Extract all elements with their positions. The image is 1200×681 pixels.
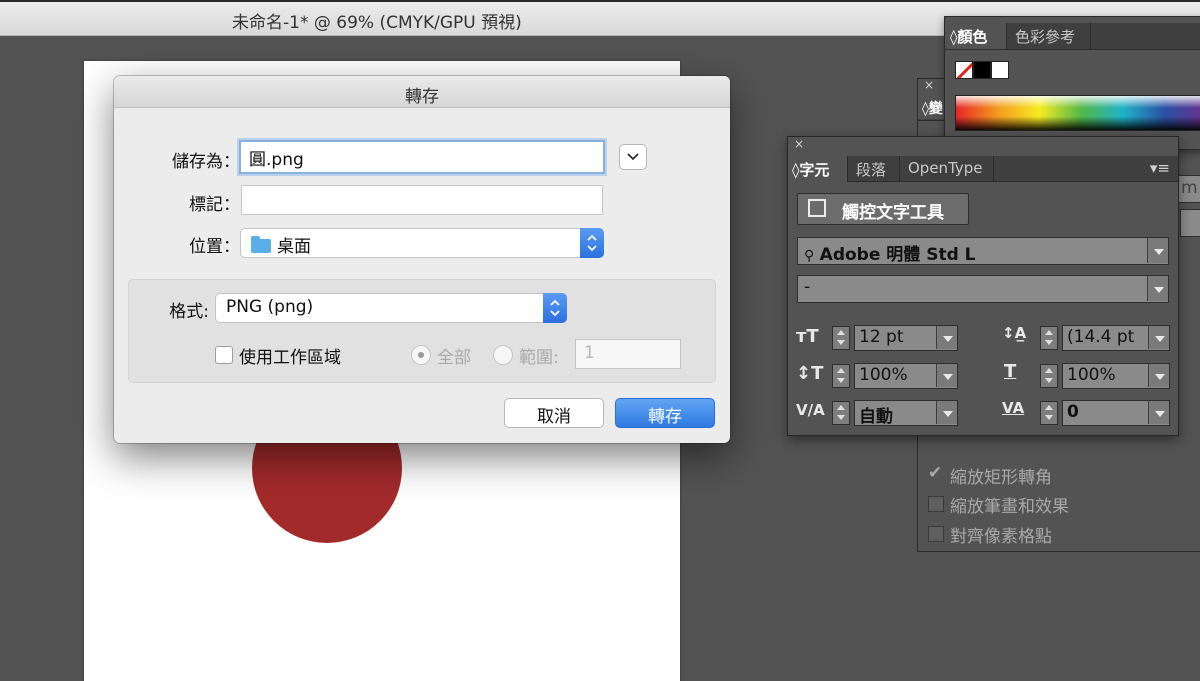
dialog-title: 轉存 [405,87,439,107]
touch-type-icon [808,199,826,217]
range-radio[interactable] [493,345,513,365]
scale-corners-checkbox[interactable]: ✔ [928,465,944,482]
leading-icon: ↕A̲ [1002,324,1027,342]
color-panel: ◊顏色 色彩參考 [944,16,1200,150]
transform-input[interactable]: m [1176,175,1200,203]
kerning-stepper[interactable] [832,401,850,425]
vertical-scale-icon: ↕T [796,363,824,384]
window-title: 未命名-1* @ 69% (CMYK/GPU 預視) [232,13,522,33]
character-panel: × ◊字元 段落 OpenType ▾≡ 觸控文字工具 ⚲ Adobe 明體 S… [787,136,1179,436]
font-family-value: Adobe 明體 Std L [819,245,976,265]
font-size-icon: ᴛT [796,326,819,347]
align-pixel-grid-label: 對齊像素格點 [950,527,1052,547]
scale-corners-label: 縮放矩形轉角 [950,468,1052,488]
format-options-box: 格式: PNG (png) 使用工作區域 全部 範圍: 1 [128,279,716,383]
horizontal-scale-icon: T [1004,361,1017,382]
export-button[interactable]: 轉存 [615,398,715,428]
scale-strokes-checkbox[interactable] [928,496,944,512]
color-spectrum[interactable] [955,95,1200,131]
save-as-field[interactable]: 圓.png [239,140,605,174]
tab-character[interactable]: ◊字元 [788,156,848,182]
all-label: 全部 [437,348,471,368]
use-artboards-checkbox[interactable] [215,346,233,364]
tracking-icon: VA [1002,399,1025,417]
white-swatch[interactable] [991,61,1009,79]
transform-input-2[interactable] [1180,209,1200,237]
tab-opentype[interactable]: OpenType [900,156,994,182]
tags-field[interactable] [241,185,603,215]
align-pixel-grid-checkbox[interactable] [928,526,944,542]
vertical-scale-stepper[interactable] [832,364,850,388]
close-icon[interactable]: × [794,137,804,151]
panel-menu-icon[interactable]: ▾≡ [1150,159,1170,177]
tab-paragraph[interactable]: 段落 [848,156,900,182]
horizontal-scale-stepper[interactable] [1040,364,1058,388]
kerning-field[interactable]: 自動 [854,400,958,426]
tracking-stepper[interactable] [1040,401,1058,425]
up-down-chevron-icon [550,299,560,317]
location-value: 桌面 [277,237,311,257]
horizontal-scale-dropdown[interactable] [1148,364,1169,387]
export-dialog: 轉存 儲存為： 圓.png 標記： 位置： 桌面 格式: PNG (png) 使… [114,76,730,443]
leading-stepper[interactable] [1040,326,1058,350]
all-radio[interactable] [411,345,431,365]
format-label: 格式: [169,302,209,322]
up-down-chevron-icon [587,234,597,252]
chevron-down-icon [627,153,639,161]
tracking-dropdown[interactable] [1148,401,1169,424]
close-icon[interactable]: × [924,78,934,92]
range-label: 範圍: [519,348,559,368]
save-as-label: 儲存為： [172,152,240,172]
format-popup[interactable]: PNG (png) [215,293,567,323]
font-family-field[interactable]: ⚲ Adobe 明體 Std L [797,237,1169,265]
dialog-header: 轉存 [114,76,730,108]
font-size-field[interactable]: 12 pt [854,325,958,351]
use-artboards-label: 使用工作區域 [239,348,341,368]
color-panel-tabs: ◊顏色 色彩參考 [945,23,1200,50]
font-style-field[interactable]: - [797,275,1169,303]
character-panel-tabs: ◊字元 段落 OpenType ▾≡ [788,156,1178,182]
vertical-scale-field[interactable]: 100% [854,363,958,389]
search-icon: ⚲ [804,248,815,264]
tags-label: 標記： [189,195,240,215]
leading-dropdown[interactable] [1148,326,1169,349]
touch-type-button[interactable]: 觸控文字工具 [797,193,969,225]
kerning-dropdown[interactable] [936,401,957,424]
none-swatch[interactable] [955,61,973,79]
scale-strokes-label: 縮放筆畫和效果 [950,497,1069,517]
vertical-scale-dropdown[interactable] [936,364,957,387]
tab-color[interactable]: ◊顏色 [945,23,1007,49]
font-size-stepper[interactable] [832,326,850,350]
cancel-button[interactable]: 取消 [504,398,604,428]
horizontal-scale-field[interactable]: 100% [1062,363,1170,389]
font-style-dropdown[interactable] [1147,276,1168,301]
expand-dialog-button[interactable] [619,144,647,170]
folder-icon [251,236,271,253]
range-field[interactable]: 1 [575,339,681,369]
touch-type-label: 觸控文字工具 [842,203,944,223]
location-stepper[interactable] [580,228,604,258]
location-label: 位置： [189,237,240,257]
tab-color-guide[interactable]: 色彩參考 [1007,23,1091,49]
font-style-value: - [804,277,811,297]
range-value: 1 [584,343,595,363]
format-value: PNG (png) [226,297,314,317]
black-swatch[interactable] [973,61,991,79]
leading-field[interactable]: (14.4 pt [1062,325,1170,351]
format-stepper[interactable] [543,293,567,323]
tracking-field[interactable]: 0 [1062,400,1170,426]
font-family-dropdown[interactable] [1147,238,1168,263]
save-as-value: 圓.png [249,150,304,170]
kerning-icon: V/A [796,401,825,419]
font-size-dropdown[interactable] [936,326,957,349]
location-popup[interactable]: 桌面 [240,228,604,258]
